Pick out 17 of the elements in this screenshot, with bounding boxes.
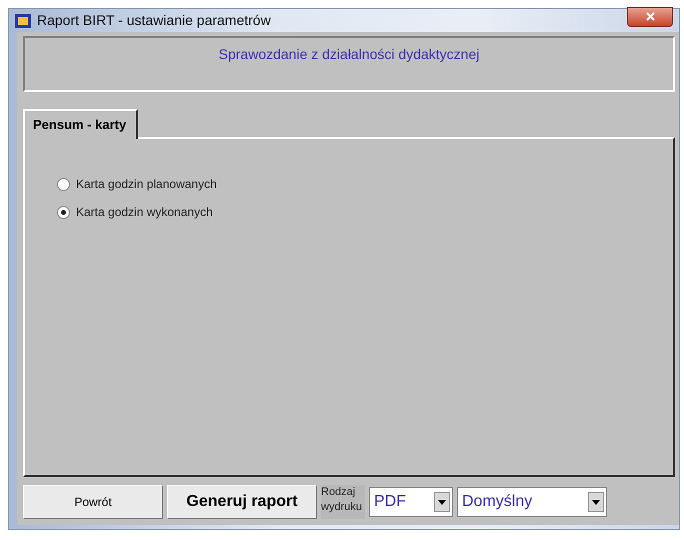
close-button[interactable]	[627, 6, 673, 26]
radio-button[interactable]	[57, 206, 70, 218]
caret-icon	[438, 500, 446, 504]
window-title: Raport BIRT - ustawianie parametrów	[37, 11, 271, 30]
option-label: Karta godzin wykonanych	[76, 204, 213, 221]
tab[interactable]: Pensum - karty	[23, 109, 138, 139]
printer-dropdown[interactable]: Domyślny	[457, 487, 607, 517]
close-icon	[646, 12, 654, 21]
report-title: Sprawozdanie z działalności dydaktycznej	[218, 45, 480, 64]
option-label: Karta godzin planowanych	[76, 176, 217, 193]
app-icon	[15, 12, 31, 28]
caret-icon	[592, 500, 600, 504]
radio-button[interactable]	[57, 178, 70, 190]
output-type-label: Rodzaj wydruku	[321, 485, 365, 519]
format-dropdown[interactable]: PDF	[369, 487, 453, 517]
generate-report-button[interactable]: Generuj raport	[167, 485, 317, 519]
back-button[interactable]: Powrót	[23, 485, 163, 519]
